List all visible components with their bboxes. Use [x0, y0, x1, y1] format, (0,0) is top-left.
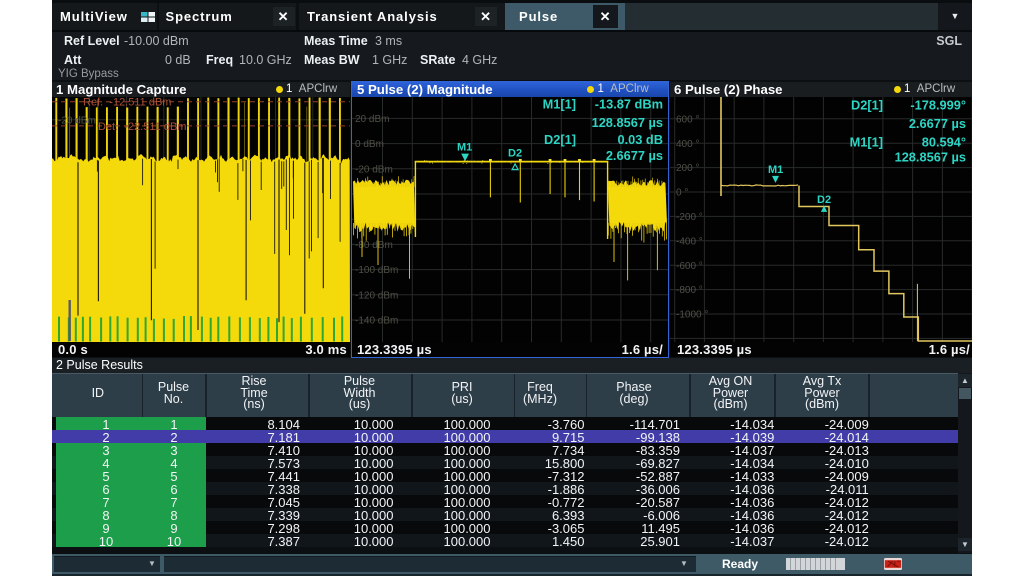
svg-text:0 dBm: 0 dBm [355, 139, 384, 150]
svg-text:400 °: 400 ° [676, 139, 699, 150]
svg-text:128.8567 µs: 128.8567 µs [592, 115, 663, 130]
svg-text:-20 dBm: -20 dBm [58, 115, 96, 126]
svg-text:-800 °: -800 ° [676, 285, 703, 296]
svg-text:D2[1]: D2[1] [851, 97, 883, 112]
svg-text:M1[1]: M1[1] [543, 97, 576, 111]
svg-text:M1: M1 [457, 142, 472, 154]
svg-text:0.03 dB: 0.03 dB [617, 132, 663, 147]
svg-text:M1[1]: M1[1] [850, 135, 883, 150]
svg-text:-80 dBm: -80 dBm [355, 240, 393, 251]
svg-text:-200 °: -200 ° [676, 212, 703, 223]
svg-text:200 °: 200 ° [676, 163, 699, 174]
svg-text:D2: D2 [508, 147, 522, 159]
svg-text:-400 °: -400 ° [676, 236, 703, 247]
svg-text:128.8567 µs: 128.8567 µs [895, 149, 966, 164]
svg-text:D2: D2 [817, 194, 831, 206]
svg-text:2.6677 µs: 2.6677 µs [606, 148, 663, 163]
svg-text:-178.999°: -178.999° [910, 97, 966, 112]
svg-text:Det. -22.511 dBm: Det. -22.511 dBm [98, 121, 186, 133]
svg-text:600 °: 600 ° [676, 114, 699, 125]
svg-text:-140 dBm: -140 dBm [355, 316, 398, 327]
svg-text:-20 dBm: -20 dBm [355, 164, 393, 175]
svg-text:-1000 °: -1000 ° [676, 310, 708, 321]
svg-text:-13.87 dBm: -13.87 dBm [595, 97, 663, 111]
svg-text:80.594°: 80.594° [922, 135, 966, 150]
svg-text:0 °: 0 ° [676, 188, 688, 199]
svg-text:-120 dBm: -120 dBm [355, 290, 398, 301]
svg-text:Ref. -12.511 dBm: Ref. -12.511 dBm [83, 97, 171, 109]
svg-text:2.6677 µs: 2.6677 µs [909, 116, 966, 131]
svg-text:M1: M1 [768, 164, 783, 176]
svg-text:20 dBm: 20 dBm [355, 114, 389, 125]
svg-text:D2[1]: D2[1] [544, 132, 576, 147]
svg-text:-600 °: -600 ° [676, 261, 703, 272]
svg-text:-100 dBm: -100 dBm [355, 265, 398, 276]
